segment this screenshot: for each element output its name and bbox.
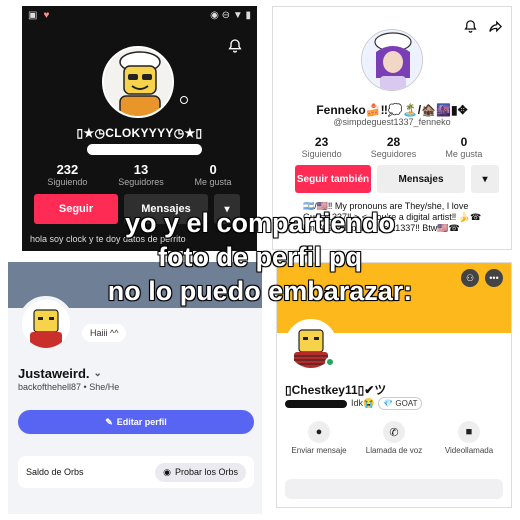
- profile-name: ▯★◷CLOKYYYY◷★▯: [76, 126, 203, 140]
- avatar[interactable]: [18, 296, 74, 352]
- stat-following[interactable]: 232 Siguiendo: [47, 162, 87, 187]
- video-call-action[interactable]: ■ Videollamada: [437, 421, 501, 456]
- more-button[interactable]: ▾: [471, 165, 499, 193]
- pencil-icon: ✎: [105, 416, 113, 427]
- follow-button[interactable]: Seguir: [34, 194, 118, 224]
- voice-call-action[interactable]: ✆ Llamada de voz: [362, 421, 426, 456]
- bio-line: 🇦🇷/🇺🇸‼ My pronouns are They/she, I love: [303, 201, 469, 211]
- profile-bio: 🇦🇷/🇺🇸‼ My pronouns are They/she, I love …: [303, 201, 503, 234]
- stat-following[interactable]: 23 Siguiendo: [302, 135, 342, 159]
- profile-stats: 232 Siguiendo 13 Seguidores 0 Me gusta: [32, 162, 247, 187]
- edit-profile-button[interactable]: ✎ Editar perfil: [18, 410, 254, 434]
- profile-name: Fennekо🍰‼💭🏝️/🏚️🌆▮✥: [316, 103, 468, 117]
- avatar[interactable]: [102, 46, 174, 118]
- try-orbs-button[interactable]: ◉ Probar los Orbs: [155, 462, 246, 482]
- profile-handle: @simpdeguest1337_fenneko: [333, 117, 451, 127]
- tiktok-dark-profile: ▣ ♥ ◉ ⊖ ▼ ▮ ▯★◷CLOKYYYY◷★▯ 232 Siguiendo…: [22, 6, 257, 251]
- profile-badge: 💎 GOAT: [378, 397, 423, 410]
- app-icon: ▣: [28, 10, 38, 21]
- chat-bubble-icon: ●: [308, 421, 330, 443]
- profile-stats: 23 Siguiendo 28 Seguidores 0 Me gusta: [287, 135, 497, 159]
- avatar-ring: [180, 96, 188, 104]
- messages-button[interactable]: Mensajes: [377, 165, 465, 193]
- messages-button[interactable]: Mensajes: [124, 194, 208, 224]
- phone-icon: ✆: [383, 421, 405, 443]
- orbs-balance-label: Saldo de Orbs: [26, 467, 84, 477]
- voice-call-label: Llamada de voz: [365, 446, 423, 455]
- more-options-icon[interactable]: •••: [485, 269, 503, 287]
- discord-light-profile: Haiii ^^ Justaweird. ⌄ backofthehell87 •…: [8, 262, 262, 514]
- action-buttons: Seguir también Mensajes ▾: [295, 165, 499, 193]
- custom-status: Idk😭: [351, 398, 375, 408]
- top-icons: [463, 19, 503, 37]
- avatar[interactable]: [361, 29, 423, 91]
- orb-icon: ◉: [163, 466, 171, 477]
- stat-likes[interactable]: 0 Me gusta: [445, 135, 482, 159]
- status-bubble: Haiii ^^: [82, 324, 127, 342]
- bell-icon[interactable]: [227, 38, 243, 58]
- send-message-action[interactable]: ● Enviar mensaje: [287, 421, 351, 456]
- bio-line: Guest1337‼ > <. you're a digital artist‼…: [303, 212, 482, 222]
- profile-bio: hola soy clock y te doy datos de perrito: [30, 234, 186, 244]
- status-bar-left: ▣ ♥: [28, 10, 49, 21]
- action-buttons: Seguir Mensajes ▾: [34, 194, 240, 224]
- stat-likes[interactable]: 0 Me gusta: [195, 162, 232, 187]
- try-orbs-label: Probar los Orbs: [174, 467, 238, 477]
- online-status-dot: [325, 357, 335, 367]
- redaction-scribble: [87, 144, 202, 155]
- profile-actions: ● Enviar mensaje ✆ Llamada de voz ■ Vide…: [287, 421, 501, 456]
- add-friend-icon[interactable]: ⚇: [461, 269, 479, 287]
- username-text: Justaweird.: [18, 366, 90, 381]
- collage: ▣ ♥ ◉ ⊖ ▼ ▮ ▯★◷CLOKYYYY◷★▯ 232 Siguiendo…: [0, 0, 520, 520]
- status-bar-right: ◉ ⊖ ▼ ▮: [210, 10, 251, 21]
- tiktok-light-profile: Fennekо🍰‼💭🏝️/🏚️🌆▮✥ @simpdeguest1337_fenn…: [272, 6, 512, 250]
- video-camera-icon: ■: [458, 421, 480, 443]
- bell-icon[interactable]: [463, 19, 478, 37]
- stat-followers[interactable]: 13 Seguidores: [118, 162, 164, 187]
- heart-icon: ♥: [43, 10, 50, 21]
- stat-followers[interactable]: 28 Seguidores: [371, 135, 417, 159]
- orbs-card: Saldo de Orbs ◉ Probar los Orbs: [18, 456, 254, 488]
- edit-profile-label: Editar perfil: [116, 417, 167, 427]
- profile-meta: Idk😭 💎 GOAT: [285, 397, 423, 410]
- bio-line: I'm 709 shipper‼ Guest1337‼ Btw🇺🇸☎: [303, 223, 460, 233]
- status-icons: ◉ ⊖ ▼ ▮: [210, 10, 251, 21]
- chevron-down-icon[interactable]: ⌄: [94, 368, 102, 379]
- profile-section-card: [285, 479, 503, 499]
- redaction-scribble: [285, 399, 347, 408]
- username: Justaweird. ⌄: [18, 366, 102, 381]
- discord-orange-profile: ⚇ ••• ▯Chestkey11▯✔ツ Idk😭 💎 GOAT ● Envia…: [276, 262, 512, 508]
- video-call-label: Videollamada: [444, 446, 494, 455]
- share-icon[interactable]: [488, 19, 503, 37]
- more-button[interactable]: ▾: [214, 194, 240, 224]
- profile-meta: backofthehell87 • She/He: [18, 382, 120, 392]
- send-message-label: Enviar mensaje: [291, 446, 347, 455]
- username: ▯Chestkey11▯✔ツ: [285, 383, 387, 397]
- follow-back-button[interactable]: Seguir también: [295, 165, 371, 193]
